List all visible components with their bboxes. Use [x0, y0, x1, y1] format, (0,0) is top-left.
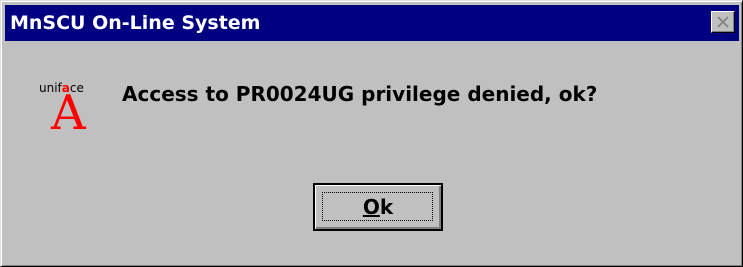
window-title: MnSCU On-Line System [10, 12, 261, 34]
uniface-logo: uniface A [39, 81, 109, 151]
close-button[interactable] [711, 11, 735, 33]
dialog-message: Access to PR0024UG privilege denied, ok? [122, 82, 598, 106]
ok-button-label: Ok [362, 195, 394, 219]
uniface-logo-letter: A [51, 85, 86, 141]
close-icon [717, 16, 729, 28]
title-bar[interactable]: MnSCU On-Line System [5, 5, 739, 41]
ok-button[interactable]: Ok [313, 183, 443, 231]
message-dialog: MnSCU On-Line System uniface A Access to… [0, 0, 743, 267]
